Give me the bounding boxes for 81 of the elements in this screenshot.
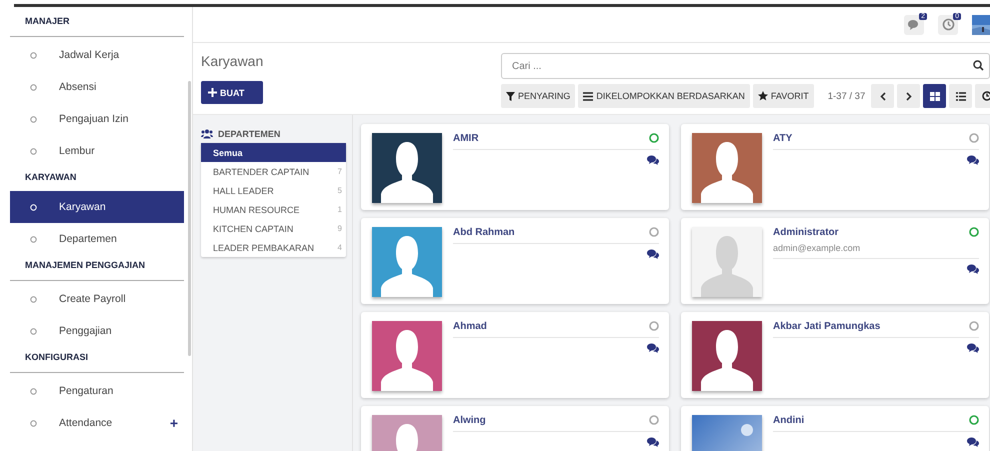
next-button[interactable] [897,84,920,108]
bullet-icon [30,388,37,394]
filter-button[interactable]: PENYARING [501,84,576,108]
grid-icon [930,92,940,100]
pager-text: 1-37 / 37 [828,90,866,102]
employee-name: AMIR [453,133,479,144]
employee-card[interactable]: Ahmad [361,312,669,398]
chat-icon[interactable] [647,155,659,165]
chevron-left-icon [880,92,886,100]
employee-name: Administrator [773,227,840,238]
chat-icon [907,18,921,30]
expand-toggle[interactable]: + [170,415,178,431]
employee-card[interactable]: AMIR [361,124,669,210]
employee-name: Alwing [453,415,486,426]
department-item[interactable]: LEADER PEMBAKARAN 4 [201,238,346,257]
page-title: Karyawan [201,53,264,69]
employee-card[interactable]: Administrator admin@example.com [681,218,989,304]
funnel-icon [506,92,515,100]
employee-name: Andini [773,415,804,426]
department-item[interactable]: HUMAN RESOURCE 1 [201,200,346,219]
chat-icon[interactable] [647,343,659,353]
plus-icon [208,88,217,97]
chat-icon[interactable] [967,343,979,353]
menu-item[interactable]: Penggajian [10,315,184,347]
employee-card[interactable]: Andini [681,406,989,451]
menu-icon [583,92,594,100]
employee-name: Abd Rahman [453,227,515,238]
bullet-icon [30,52,37,58]
bullet-icon [30,420,37,426]
menu-item[interactable]: Lembur [10,135,184,167]
menu-item[interactable]: Karyawan [10,191,184,223]
department-item[interactable]: KITCHEN CAPTAIN 9 [201,219,346,238]
search-field[interactable]: Cari ... [501,53,990,79]
bullet-icon [30,116,37,122]
users-icon [201,129,213,139]
chevron-right-icon [906,92,912,100]
chat-icon[interactable] [647,437,659,447]
employee-name: Akbar Jati Pamungkas [773,321,880,332]
previous-button[interactable] [871,84,894,108]
bullet-icon [30,236,37,242]
menu-item[interactable]: Create Payroll [10,283,184,315]
section-heading: MANAJER [10,11,184,37]
bullet-icon [30,296,37,302]
bullet-icon [30,148,37,154]
group-by-button[interactable]: DIKELOMPOKKAN BERDASARKAN [578,84,750,108]
section-heading: MANAJEMEN PENGGAJIAN [10,255,184,281]
list-icon [956,92,966,100]
chat-icon[interactable] [647,249,659,259]
kanban-view-button[interactable] [923,84,946,108]
menu-item[interactable]: Absensi [10,71,184,103]
employee-card[interactable]: Alwing [361,406,669,451]
menu-item[interactable]: Attendance + [10,407,184,439]
chat-icon[interactable] [967,155,979,165]
employee-name: ATY [773,133,792,144]
bullet-icon [30,204,37,210]
employee-card[interactable]: Abd Rahman [361,218,669,304]
menu-item[interactable]: Pengajuan Izin [10,103,184,135]
department-item[interactable]: BARTENDER CAPTAIN 7 [201,162,346,181]
employee-email: admin@example.com [773,243,860,253]
favorites-button[interactable]: FAVORIT [752,84,814,108]
bullet-icon [30,328,37,334]
panel-heading: DEPARTEMEN [201,125,346,143]
menu-item[interactable]: Pengaturan [10,375,184,407]
menu-item[interactable]: Jadwal Kerja [10,39,184,71]
employee-card[interactable]: ATY [681,124,989,210]
clock-icon [982,91,990,101]
department-item[interactable]: HALL LEADER 5 [201,181,346,200]
chat-icon[interactable] [967,437,979,447]
star-icon [758,91,768,101]
bullet-icon [30,84,37,90]
employee-name: Ahmad [453,321,487,332]
clock-icon [942,18,954,31]
menu-item[interactable]: Departemen [10,223,184,255]
section-heading: KONFIGURASI [10,347,184,373]
search-icon[interactable] [973,60,984,71]
list-view-button[interactable] [949,84,972,108]
create-button[interactable]: BUAT [201,81,264,104]
section-heading: KARYAWAN [24,171,78,184]
employee-card[interactable]: Akbar Jati Pamungkas [681,312,989,398]
department-item[interactable]: Semua [201,143,346,162]
chat-icon[interactable] [967,264,979,274]
